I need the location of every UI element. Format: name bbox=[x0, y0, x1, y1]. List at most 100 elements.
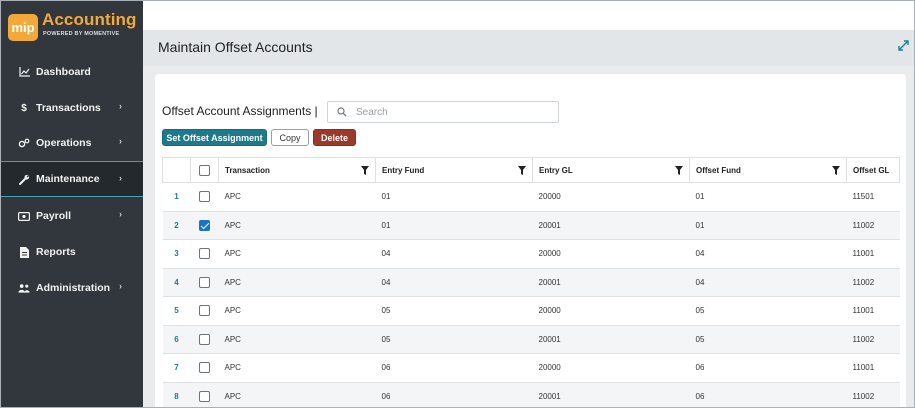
chevron-right-icon: › bbox=[119, 281, 122, 291]
cell-transaction: APC bbox=[218, 182, 376, 212]
cell-offset-gl: 11002 bbox=[846, 324, 900, 354]
logo-title: Accounting bbox=[42, 10, 137, 29]
sidebar-item-payroll[interactable]: Payroll › bbox=[1, 198, 143, 234]
chart-line-icon bbox=[18, 67, 30, 77]
row-checkbox[interactable] bbox=[199, 333, 210, 345]
row-number-header bbox=[162, 157, 191, 183]
cell-entry-gl: 20000 bbox=[532, 239, 690, 269]
table-row[interactable]: 2 APC 01 20001 01 11002 bbox=[162, 210, 900, 240]
report-icon bbox=[18, 246, 30, 258]
cell-offset-gl: 11001 bbox=[846, 353, 900, 383]
cell-transaction: APC bbox=[218, 353, 376, 383]
cell-entry-gl: 20000 bbox=[532, 296, 690, 326]
cell-entry-gl: 20001 bbox=[532, 210, 690, 240]
cell-offset-fund: 06 bbox=[689, 381, 847, 407]
chevron-right-icon: › bbox=[119, 136, 122, 146]
cell-offset-gl: 11001 bbox=[846, 239, 900, 269]
cell-offset-fund: 05 bbox=[689, 324, 847, 354]
cell-offset-fund: 01 bbox=[689, 210, 847, 240]
filter-icon[interactable] bbox=[518, 166, 526, 175]
expand-icon[interactable] bbox=[898, 40, 909, 54]
row-checkbox-cell bbox=[190, 381, 219, 407]
column-header-entry-fund[interactable]: Entry Fund bbox=[375, 157, 533, 183]
sidebar-item-operations[interactable]: Operations › bbox=[1, 125, 143, 161]
row-number: 1 bbox=[162, 182, 191, 212]
cell-offset-gl: 11501 bbox=[846, 182, 900, 212]
sidebar: mip Accounting POWERED BY MOMENTIVE Dash… bbox=[1, 1, 143, 407]
row-checkbox-cell bbox=[190, 210, 219, 240]
table-row[interactable]: 3 APC 04 20000 04 11001 bbox=[162, 239, 900, 269]
select-all-checkbox[interactable] bbox=[199, 164, 210, 176]
row-number: 5 bbox=[162, 296, 191, 326]
filter-icon[interactable] bbox=[675, 166, 683, 175]
cell-entry-fund: 04 bbox=[375, 239, 533, 269]
top-bar bbox=[143, 1, 914, 30]
search-input[interactable] bbox=[356, 106, 536, 118]
set-offset-assignment-button[interactable]: Set Offset Assignment bbox=[162, 129, 267, 146]
cell-entry-fund: 01 bbox=[375, 210, 533, 240]
cell-transaction: APC bbox=[218, 296, 376, 326]
users-icon bbox=[18, 283, 30, 293]
cell-entry-fund: 05 bbox=[375, 296, 533, 326]
row-checkbox[interactable] bbox=[199, 362, 210, 374]
sidebar-item-label: Dashboard bbox=[36, 66, 91, 78]
select-all-header bbox=[190, 157, 219, 183]
row-checkbox[interactable] bbox=[199, 276, 210, 288]
sidebar-item-label: Operations bbox=[36, 137, 92, 149]
offset-accounts-card: Offset Account Assignments | Set Offset … bbox=[155, 74, 906, 407]
row-number: 2 bbox=[162, 210, 191, 240]
column-header-transaction[interactable]: Transaction bbox=[218, 157, 376, 183]
gears-icon bbox=[18, 138, 30, 148]
search-icon bbox=[337, 107, 347, 117]
cell-offset-gl: 11002 bbox=[846, 210, 900, 240]
sidebar-item-dashboard[interactable]: Dashboard bbox=[1, 54, 143, 90]
sidebar-item-transactions[interactable]: $ Transactions › bbox=[1, 90, 143, 126]
cell-transaction: APC bbox=[218, 210, 376, 240]
table-row[interactable]: 8 APC 06 20001 06 11002 bbox=[162, 381, 900, 407]
cell-offset-fund: 04 bbox=[689, 267, 847, 297]
row-checkbox-checked[interactable] bbox=[199, 219, 210, 231]
sidebar-item-administration[interactable]: Administration › bbox=[1, 270, 143, 306]
column-header-offset-fund[interactable]: Offset Fund bbox=[689, 157, 847, 183]
cell-entry-gl: 20001 bbox=[532, 381, 690, 407]
row-checkbox[interactable] bbox=[199, 191, 210, 203]
row-number: 8 bbox=[162, 381, 191, 407]
table-row[interactable]: 7 APC 06 20000 06 11001 bbox=[162, 353, 900, 383]
filter-icon[interactable] bbox=[361, 166, 369, 175]
cell-transaction: APC bbox=[218, 381, 376, 407]
row-checkbox-cell bbox=[190, 267, 219, 297]
row-checkbox[interactable] bbox=[199, 390, 210, 402]
logo-badge: mip bbox=[8, 14, 38, 41]
offset-assignments-table: Transaction Entry Fund Entry GL Offset F… bbox=[162, 157, 900, 407]
page-header: Maintain Offset Accounts bbox=[143, 30, 914, 66]
cell-entry-fund: 06 bbox=[375, 381, 533, 407]
table-row[interactable]: 5 APC 05 20000 05 11001 bbox=[162, 296, 900, 326]
row-checkbox-cell bbox=[190, 324, 219, 354]
column-header-entry-gl[interactable]: Entry GL bbox=[532, 157, 690, 183]
sidebar-item-maintenance[interactable]: Maintenance › bbox=[1, 161, 143, 197]
table-row[interactable]: 1 APC 01 20000 01 11501 bbox=[162, 182, 900, 212]
table-row[interactable]: 4 APC 04 20001 04 11002 bbox=[162, 267, 900, 297]
column-header-offset-gl[interactable]: Offset GL bbox=[846, 157, 900, 183]
table-row[interactable]: 6 APC 05 20001 05 11002 bbox=[162, 324, 900, 354]
row-checkbox[interactable] bbox=[199, 305, 210, 317]
cell-entry-fund: 05 bbox=[375, 324, 533, 354]
cell-entry-fund: 04 bbox=[375, 267, 533, 297]
sidebar-item-label: Administration bbox=[36, 282, 111, 294]
sidebar-item-reports[interactable]: Reports bbox=[1, 234, 143, 270]
cell-transaction: APC bbox=[218, 267, 376, 297]
cell-entry-gl: 20001 bbox=[532, 324, 690, 354]
cell-offset-fund: 04 bbox=[689, 239, 847, 269]
delete-button[interactable]: Delete bbox=[313, 129, 356, 146]
money-icon bbox=[18, 211, 30, 221]
app-logo[interactable]: mip Accounting POWERED BY MOMENTIVE bbox=[8, 10, 138, 42]
sidebar-item-label: Payroll bbox=[36, 210, 72, 222]
search-box[interactable] bbox=[327, 101, 559, 123]
chevron-right-icon: › bbox=[119, 101, 122, 111]
copy-button[interactable]: Copy bbox=[271, 129, 309, 146]
chevron-right-icon: › bbox=[119, 209, 122, 219]
table-header-row: Transaction Entry Fund Entry GL Offset F… bbox=[162, 157, 900, 183]
row-checkbox[interactable] bbox=[199, 248, 210, 260]
filter-icon[interactable] bbox=[832, 166, 840, 175]
wrench-icon bbox=[18, 174, 30, 185]
